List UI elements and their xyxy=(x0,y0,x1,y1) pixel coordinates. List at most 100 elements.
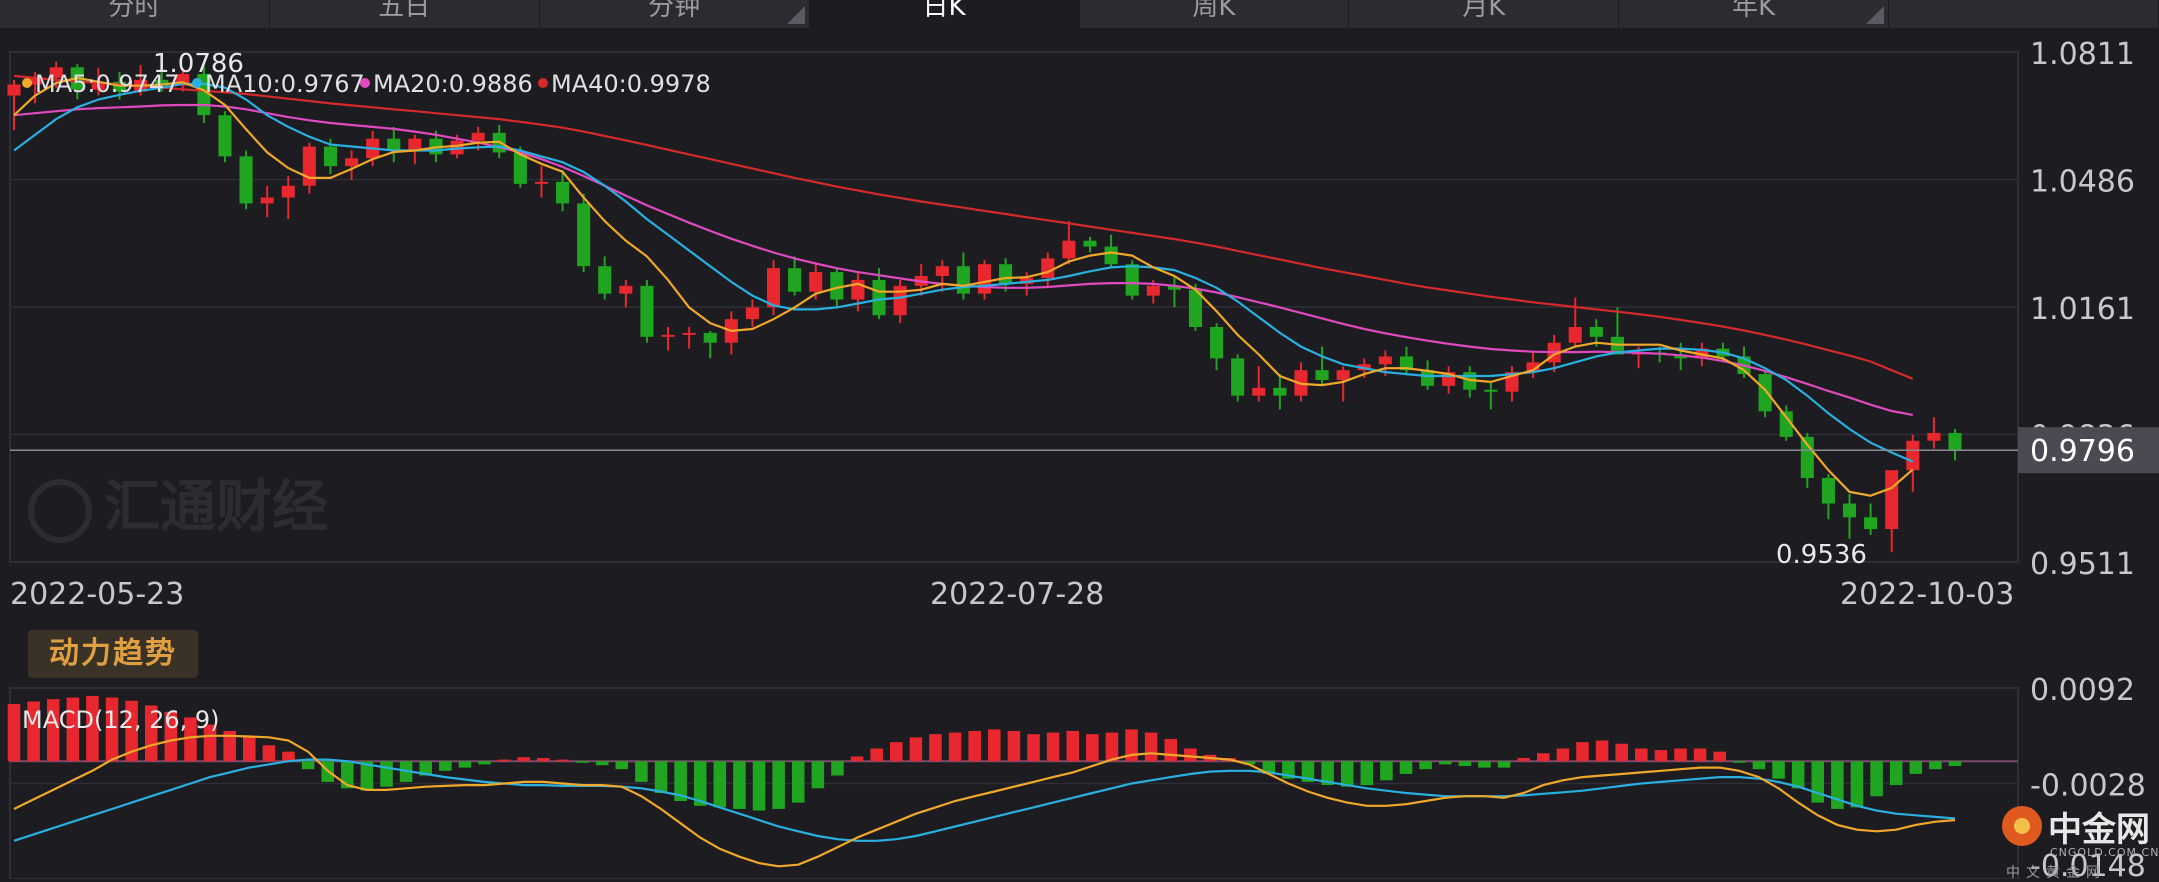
macd-bar xyxy=(1144,732,1158,762)
dea-line xyxy=(13,758,1956,842)
macd-bar xyxy=(439,761,452,771)
candle-body xyxy=(640,285,654,337)
candle-body xyxy=(745,307,759,320)
macd-bar xyxy=(419,761,433,776)
indicator-badge[interactable]: 动力趋势 xyxy=(28,630,198,678)
candle-body xyxy=(345,158,359,167)
macd-bar xyxy=(223,730,236,762)
macd-bar xyxy=(889,742,903,762)
legend-dot xyxy=(22,78,32,88)
logo-name: 中金网 xyxy=(2048,810,2150,850)
macd-bar xyxy=(46,699,60,762)
macd-bar xyxy=(635,761,648,782)
min-price-label: 0.9536 xyxy=(1776,540,1867,570)
macd-bar xyxy=(615,761,629,770)
candle-body xyxy=(956,266,970,294)
macd-bar xyxy=(1203,754,1217,762)
macd-bar xyxy=(988,729,1001,762)
macd-bar xyxy=(1576,742,1589,762)
macd-bar xyxy=(380,761,393,787)
macd-bar xyxy=(791,761,805,803)
candle-body xyxy=(703,332,717,343)
macd-bar xyxy=(1536,753,1550,762)
macd-bar xyxy=(556,759,570,762)
macd-bar xyxy=(1046,732,1060,762)
macd-bar xyxy=(7,703,21,762)
candlestick-chart[interactable]: 1.08111.04861.01610.98360.95112022-05-23… xyxy=(0,0,2159,620)
macd-bar xyxy=(1556,748,1570,762)
macd-bar xyxy=(301,761,315,770)
candle-body xyxy=(281,185,295,198)
candle-body xyxy=(598,266,612,294)
candle-body xyxy=(1885,470,1899,530)
x-tick-label: 2022-07-28 xyxy=(930,577,1104,612)
candle-body xyxy=(809,272,823,292)
macd-bar xyxy=(125,700,138,762)
candle-body xyxy=(766,268,781,308)
macd-bar xyxy=(811,761,825,789)
macd-bar xyxy=(164,711,178,762)
x-tick-label: 2022-05-23 xyxy=(10,577,184,612)
candle-body xyxy=(788,268,802,292)
macd-bar xyxy=(576,761,589,763)
candle-body xyxy=(1083,240,1097,247)
macd-bar xyxy=(772,761,785,809)
candle-body xyxy=(1231,358,1245,396)
macd-bar xyxy=(262,745,276,762)
macd-bar xyxy=(595,761,609,766)
legend-label: MA20:0.9886 xyxy=(373,70,533,98)
logo-domain: CNGOLD.COM.CN xyxy=(2050,846,2159,859)
macd-y-tick-label: -0.0028 xyxy=(2030,769,2146,804)
macd-bar xyxy=(1340,761,1354,787)
candle-body xyxy=(1315,370,1329,380)
macd-bar xyxy=(850,756,864,762)
macd-bar xyxy=(497,759,511,762)
macd-bar xyxy=(184,717,197,762)
candle-body xyxy=(1842,503,1857,518)
macd-bar xyxy=(1517,758,1530,762)
candle-body xyxy=(534,181,548,184)
macd-bar xyxy=(1105,732,1119,762)
legend-dot xyxy=(192,78,202,88)
macd-bar xyxy=(144,705,158,762)
candle-body xyxy=(1568,327,1582,343)
candle-body xyxy=(556,181,570,204)
candle-body xyxy=(302,146,316,186)
macd-bar xyxy=(1615,743,1628,762)
macd-bar xyxy=(1674,748,1687,762)
candle-body xyxy=(872,279,886,316)
macd-bar xyxy=(66,697,80,762)
macd-bar xyxy=(1831,761,1844,809)
candle-body xyxy=(1336,370,1350,380)
macd-bar xyxy=(1948,761,1962,766)
macd-bar xyxy=(1595,740,1609,762)
site-logo: 中金网 CNGOLD.COM.CN 中文黄金网 xyxy=(1998,800,2159,881)
macd-bar xyxy=(1909,761,1923,774)
candle-body xyxy=(7,84,21,96)
candle-body xyxy=(1104,246,1118,265)
macd-bar xyxy=(1870,761,1883,797)
macd-bar xyxy=(948,732,962,762)
macd-bar xyxy=(1850,761,1864,808)
candle-body xyxy=(1948,432,1962,451)
macd-frame xyxy=(9,687,2019,879)
macd-bar xyxy=(1086,734,1099,762)
candle-body xyxy=(218,115,232,157)
macd-bar xyxy=(909,737,923,762)
candle-body xyxy=(1589,327,1603,337)
macd-bar xyxy=(1438,761,1452,765)
macd-bar xyxy=(929,734,942,762)
logo-icon xyxy=(2002,806,2042,846)
candle-body xyxy=(1906,440,1920,471)
candle-body xyxy=(1758,374,1772,412)
macd-bar xyxy=(1360,761,1374,786)
macd-bar xyxy=(341,761,354,789)
macd-bar xyxy=(242,737,256,762)
macd-bar xyxy=(1242,761,1256,765)
macd-bar xyxy=(478,761,491,765)
macd-bar xyxy=(321,761,334,782)
macd-bar xyxy=(752,761,766,811)
macd-bar xyxy=(733,761,746,809)
macd-bar xyxy=(1458,761,1472,766)
macd-bar xyxy=(399,761,413,782)
